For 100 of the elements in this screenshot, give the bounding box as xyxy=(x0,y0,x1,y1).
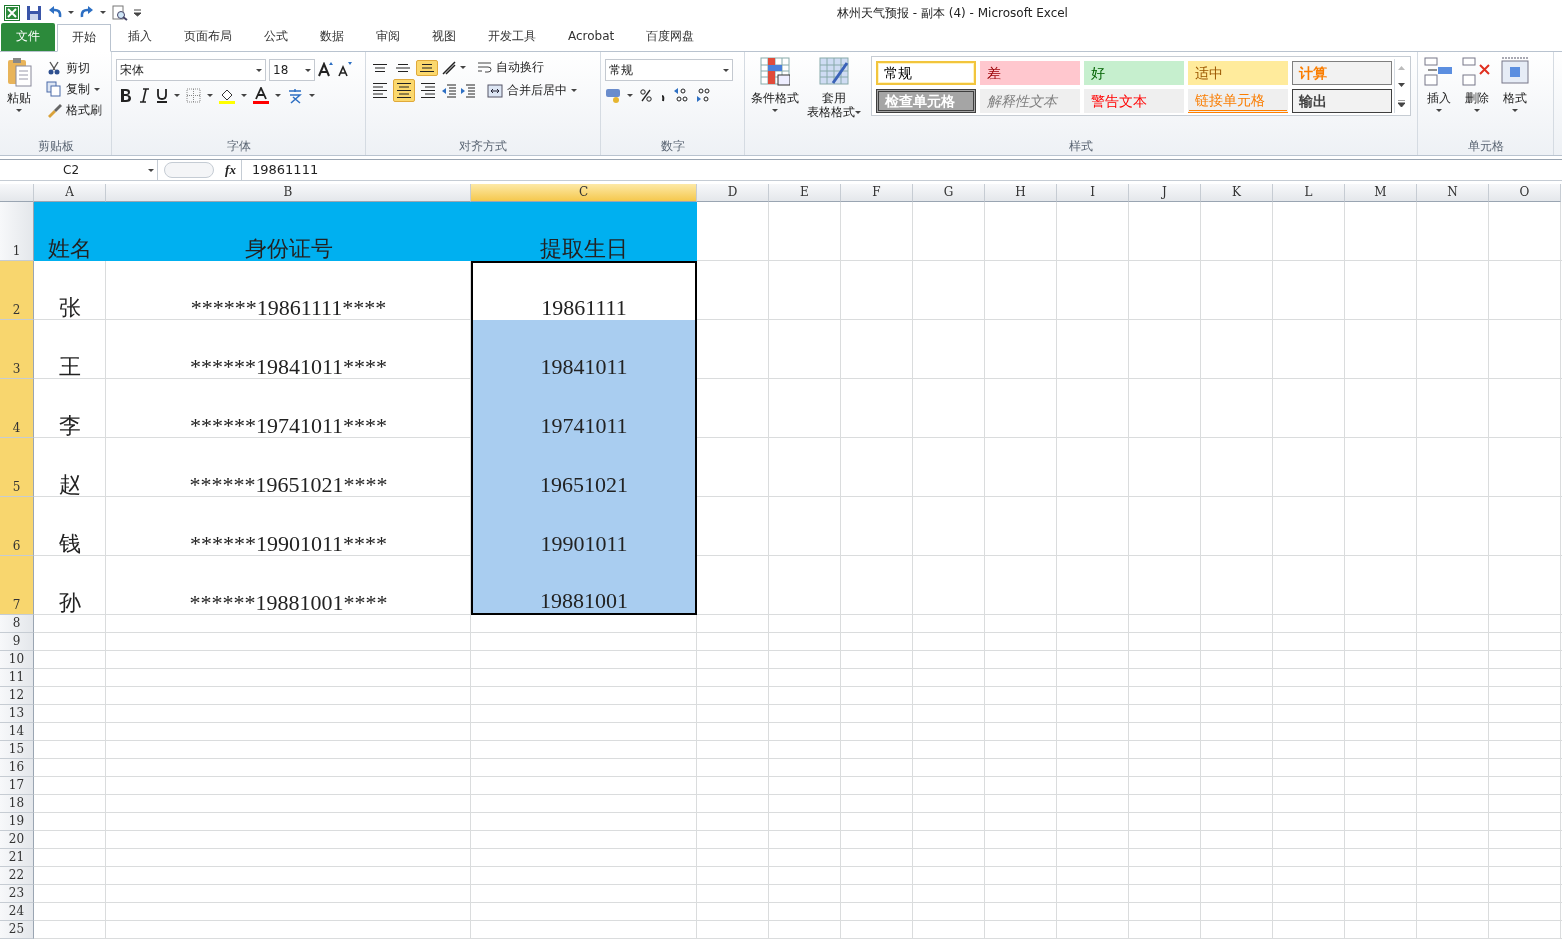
ribbon-tab[interactable]: 开发工具 xyxy=(473,23,551,51)
excel-logo-icon[interactable] xyxy=(4,4,20,21)
cell-style-option[interactable]: 好 xyxy=(1084,61,1184,85)
column-header[interactable]: G xyxy=(913,184,985,202)
more-icon[interactable] xyxy=(1398,99,1405,107)
cell-style-option[interactable]: 常规 xyxy=(876,61,976,85)
fill-color-icon[interactable] xyxy=(219,87,235,104)
column-header[interactable]: O xyxy=(1489,184,1561,202)
row-header[interactable]: 21 xyxy=(0,849,34,867)
align-bottom-button[interactable] xyxy=(416,59,438,76)
row-header[interactable]: 13 xyxy=(0,705,34,723)
borders-icon[interactable] xyxy=(186,88,201,103)
cells-command[interactable]: 插入 xyxy=(1422,56,1456,137)
row-header[interactable]: 25 xyxy=(0,921,34,939)
row-header[interactable]: 23 xyxy=(0,885,34,903)
cells-command[interactable]: 删除 xyxy=(1460,56,1494,137)
decrease-indent-icon[interactable] xyxy=(441,82,457,99)
row-header[interactable]: 14 xyxy=(0,723,34,741)
column-header[interactable]: D xyxy=(697,184,769,202)
row-header[interactable]: 3 xyxy=(0,320,34,379)
ribbon-tab[interactable]: 百度网盘 xyxy=(631,23,710,51)
currency-icon[interactable] xyxy=(605,87,621,103)
number-format-field[interactable]: 常规 xyxy=(605,59,733,81)
format-as-table-button[interactable]: 套用 表格格式 xyxy=(805,56,863,137)
row-header[interactable]: 24 xyxy=(0,903,34,921)
row-header[interactable]: 17 xyxy=(0,777,34,795)
column-header[interactable]: E xyxy=(769,184,841,202)
row-header[interactable]: 9 xyxy=(0,633,34,651)
column-header[interactable]: K xyxy=(1201,184,1273,202)
cells-command[interactable]: 格式 xyxy=(1498,56,1532,137)
underline-icon[interactable] xyxy=(156,88,168,103)
ribbon-tab[interactable]: Acrobat xyxy=(553,23,630,51)
row-header[interactable]: 19 xyxy=(0,813,34,831)
shrink-font-icon[interactable] xyxy=(337,62,353,78)
clipboard-command[interactable]: 复制 xyxy=(44,80,104,98)
align-center-button[interactable] xyxy=(393,79,415,102)
row-header[interactable]: 1 xyxy=(0,202,34,261)
customize-icon[interactable] xyxy=(134,8,141,17)
font-color-icon[interactable] xyxy=(253,87,269,104)
conditional-formatting-button[interactable]: 条件格式 xyxy=(749,56,801,137)
row-header[interactable]: 18 xyxy=(0,795,34,813)
ribbon-tab[interactable]: 插入 xyxy=(113,23,167,51)
ribbon-tab[interactable]: 公式 xyxy=(249,23,303,51)
align-right-button[interactable] xyxy=(418,80,438,101)
align-left-button[interactable] xyxy=(370,80,390,101)
row-header[interactable]: 7 xyxy=(0,556,34,615)
redo-icon[interactable] xyxy=(80,5,94,20)
row-header[interactable]: 2 xyxy=(0,261,34,320)
ribbon-tab[interactable]: 审阅 xyxy=(361,23,415,51)
cell-style-option[interactable]: 解释性文本 xyxy=(980,89,1080,113)
row-header[interactable]: 12 xyxy=(0,687,34,705)
paste-button[interactable]: 粘贴 xyxy=(4,56,34,137)
font-size-field[interactable]: 18 xyxy=(269,59,315,81)
column-header[interactable]: F xyxy=(841,184,913,202)
cell-style-option[interactable]: 差 xyxy=(980,61,1080,85)
file-menu-tab[interactable]: 文件 xyxy=(1,23,55,51)
column-header[interactable]: N xyxy=(1417,184,1489,202)
row-header[interactable]: 15 xyxy=(0,741,34,759)
clipboard-command[interactable]: 格式刷 xyxy=(44,101,104,119)
increase-indent-icon[interactable] xyxy=(460,82,476,99)
column-header[interactable]: C xyxy=(471,184,697,202)
cell-style-option[interactable]: 适中 xyxy=(1188,61,1288,85)
orientation-icon[interactable] xyxy=(441,59,457,76)
formula-field[interactable]: 19861111 xyxy=(242,160,1562,180)
ribbon-tab[interactable]: 开始 xyxy=(57,24,111,52)
row-header[interactable]: 11 xyxy=(0,669,34,687)
wrap-text-button[interactable]: 自动换行 xyxy=(475,59,546,76)
column-header[interactable]: B xyxy=(106,184,471,202)
column-header[interactable]: M xyxy=(1345,184,1417,202)
row-header[interactable]: 16 xyxy=(0,759,34,777)
cell-style-option[interactable]: 输出 xyxy=(1292,89,1392,113)
column-header[interactable]: L xyxy=(1273,184,1345,202)
row-header[interactable]: 22 xyxy=(0,867,34,885)
save-icon[interactable] xyxy=(26,4,42,21)
row-header[interactable]: 6 xyxy=(0,497,34,556)
merge-center-button[interactable]: 合并后居中 xyxy=(485,81,579,100)
font-name-field[interactable]: 宋体 xyxy=(116,59,266,81)
scroll-down-icon[interactable] xyxy=(1398,82,1405,87)
column-header[interactable]: J xyxy=(1129,184,1201,202)
gallery-scrollbar[interactable] xyxy=(1394,59,1408,113)
ribbon-tab[interactable]: 页面布局 xyxy=(169,23,247,51)
row-header[interactable]: 8 xyxy=(0,615,34,633)
clipboard-command[interactable]: 剪切 xyxy=(44,59,104,77)
insert-function-button[interactable]: fx xyxy=(220,160,242,180)
row-header[interactable]: 10 xyxy=(0,651,34,669)
increase-decimal-icon[interactable] xyxy=(673,87,689,103)
phonetic-icon[interactable] xyxy=(287,87,303,104)
percent-icon[interactable] xyxy=(639,88,653,102)
bold-icon[interactable] xyxy=(119,88,132,103)
grow-font-icon[interactable] xyxy=(318,62,334,78)
print-preview-icon[interactable] xyxy=(112,4,128,21)
column-header[interactable]: H xyxy=(985,184,1057,202)
row-header[interactable]: 5 xyxy=(0,438,34,497)
ribbon-tab[interactable]: 视图 xyxy=(417,23,471,51)
row-header[interactable]: 20 xyxy=(0,831,34,849)
italic-icon[interactable] xyxy=(138,88,150,103)
row-header[interactable]: 4 xyxy=(0,379,34,438)
column-header[interactable]: A xyxy=(34,184,106,202)
ribbon-tab[interactable]: 数据 xyxy=(305,23,359,51)
column-header[interactable]: I xyxy=(1057,184,1129,202)
